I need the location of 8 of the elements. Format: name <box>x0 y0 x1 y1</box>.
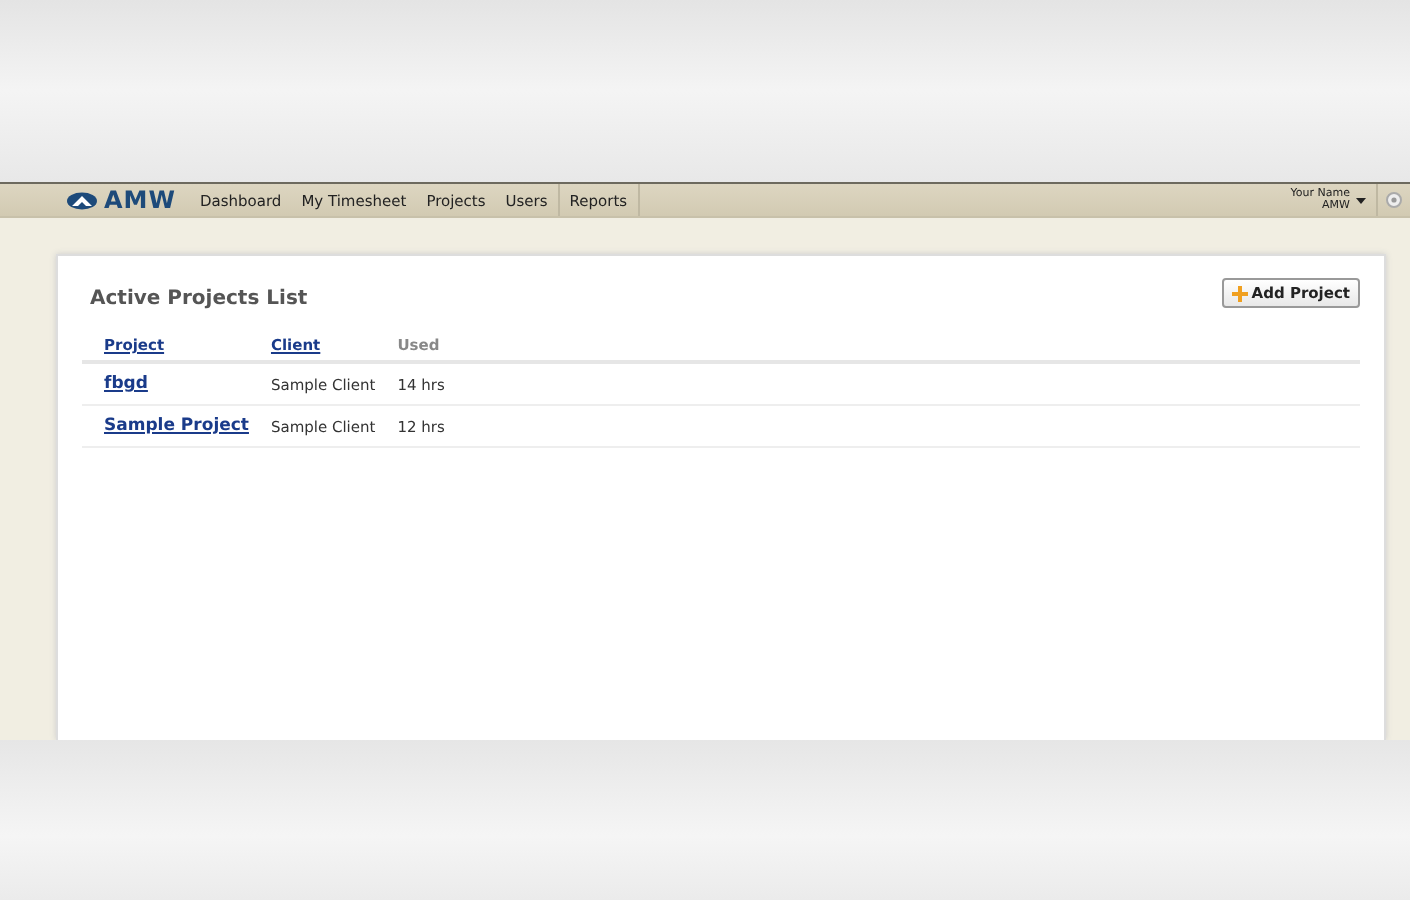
logo-icon <box>66 191 98 209</box>
settings-icon[interactable] <box>1386 192 1402 208</box>
brand-name: AMW <box>104 186 176 214</box>
caret-icon <box>1356 197 1366 203</box>
project-name-link[interactable]: Sample Project <box>104 416 249 436</box>
panel-title: Active Projects List <box>90 288 308 310</box>
project-name-link[interactable]: fbgd <box>104 374 148 394</box>
plus-icon <box>1231 285 1248 301</box>
